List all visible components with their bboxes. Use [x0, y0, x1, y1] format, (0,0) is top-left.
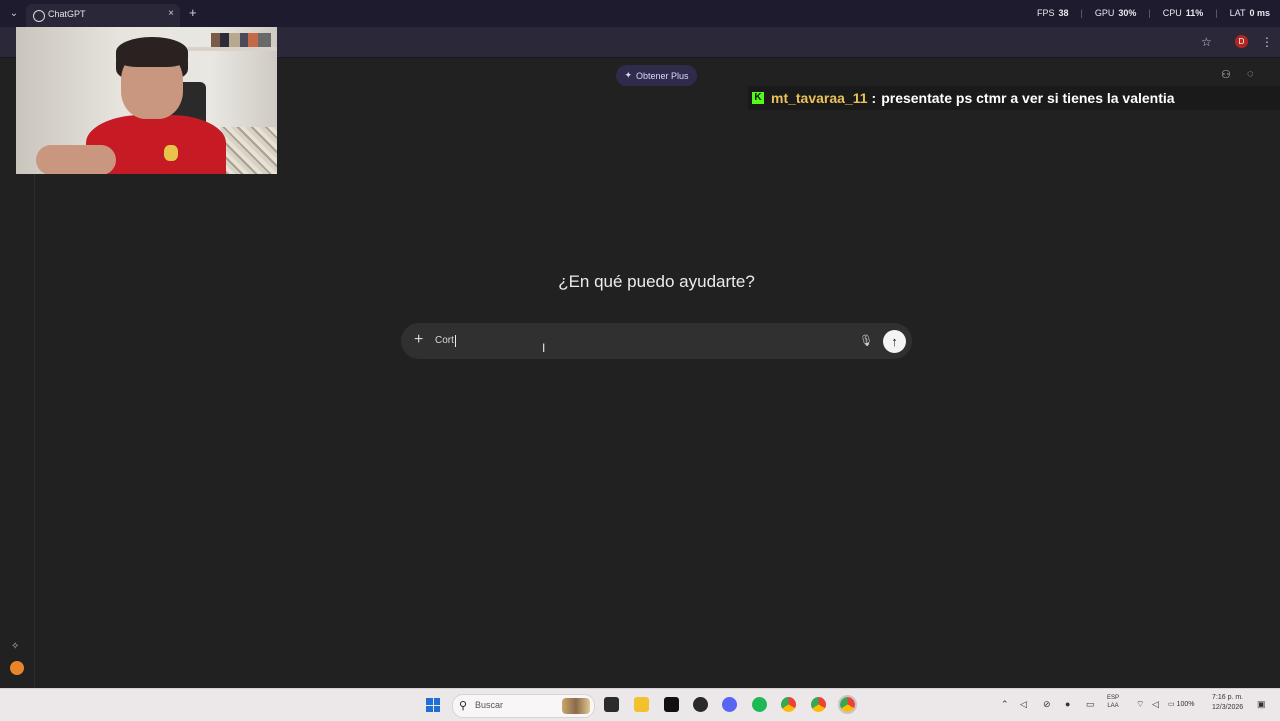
temporary-chat-icon[interactable]: ◌ [1247, 68, 1254, 80]
user-add-icon[interactable]: ⚇ [1221, 68, 1231, 81]
send-button[interactable]: ↑ [883, 330, 906, 353]
get-plus-button[interactable]: ✦ Obtener Plus [616, 65, 697, 86]
taskbar-search-placeholder: Buscar [475, 700, 504, 710]
network-tray-icon[interactable]: ⊘ [1043, 699, 1051, 710]
search-icon: ⚲ [459, 700, 468, 712]
chat-message-text: presentate ps ctmr a ver si tienes la va… [881, 90, 1175, 106]
tab-close-icon[interactable]: × [168, 8, 174, 19]
sparkle-icon: ✦ [624, 70, 632, 80]
clock-date: 12/3/2026 [1212, 704, 1244, 711]
file-explorer-icon[interactable] [634, 697, 649, 712]
notifications-icon[interactable]: ▣ [1257, 699, 1266, 710]
chrome-icon[interactable] [781, 697, 796, 712]
fps-stat: FPS 38 [1037, 8, 1069, 18]
app-icon[interactable] [693, 697, 708, 712]
get-plus-label: Obtener Plus [636, 70, 689, 81]
battery-indicator[interactable]: ▭ 100% [1168, 700, 1194, 708]
taskbar-search[interactable]: ⚲ Buscar [452, 694, 595, 718]
taskbar-clock[interactable]: 7:16 p. m. 12/3/2026 [1212, 693, 1243, 713]
display-tray-icon[interactable]: ▭ [1086, 699, 1095, 710]
text-cursor-icon: I [542, 341, 546, 355]
clock-time: 7:16 p. m. [1212, 694, 1244, 701]
latency-stat: LAT 0 ms [1229, 8, 1270, 18]
sparkle-icon[interactable]: ✧ [11, 641, 19, 652]
windows-start-icon[interactable] [426, 698, 440, 712]
stream-chat-message: K mt_tavaraa_11 : presentate ps ctmr a v… [748, 86, 1280, 110]
attach-plus-icon[interactable]: + [414, 331, 423, 349]
wifi-icon[interactable]: ⌔ [1136, 699, 1144, 710]
tab-title: ChatGPT [48, 9, 86, 19]
chat-separator: : [871, 90, 877, 106]
chrome-active-icon[interactable] [838, 695, 857, 714]
kick-logo-icon: K [752, 92, 764, 104]
bookmark-star-icon[interactable]: ☆ [1201, 35, 1212, 49]
microphone-tray-icon[interactable]: ● [1065, 699, 1070, 709]
microphone-icon[interactable]: 🎙 [859, 334, 873, 347]
browser-tab-bar: ⌄ ChatGPT × + FPS 38 | GPU 30% | CPU 11% | … [0, 0, 1280, 27]
chatgpt-favicon-icon [33, 10, 45, 22]
tab-search-icon[interactable]: ⌄ [6, 6, 22, 22]
page-title: ¿En qué puedo ayudarte? [558, 272, 755, 291]
webcam-overlay [16, 27, 277, 174]
browser-menu-icon[interactable]: ⋮ [1261, 35, 1273, 49]
performance-overlay: FPS 38 | GPU 30% | CPU 11% | LAT 0 ms [1037, 8, 1270, 18]
task-view-icon[interactable] [604, 697, 619, 712]
search-highlight-image [562, 698, 590, 714]
chrome-profile-icon[interactable] [811, 697, 826, 712]
prompt-composer[interactable]: + Cort 🎙 ↑ [401, 323, 912, 359]
tray-overflow-icon[interactable]: ⌃ [1001, 699, 1009, 710]
gpu-stat: GPU 30% [1094, 8, 1137, 18]
new-tab-button[interactable]: + [189, 6, 197, 19]
profile-avatar[interactable]: D [1235, 35, 1248, 48]
url-field[interactable] [278, 32, 1178, 52]
volume-icon[interactable]: ◁ [1152, 699, 1159, 710]
language-indicator[interactable]: ESP LAA [1107, 694, 1119, 710]
cpu-stat: CPU 11% [1162, 8, 1204, 18]
spotify-icon[interactable] [752, 697, 767, 712]
tab-chatgpt[interactable]: ChatGPT × [26, 4, 180, 27]
windows-taskbar: ⚲ Buscar ⌃ ◁ ⊘ ● ▭ ESP LAA ⌔ ◁ ▭ 100% 7:… [0, 688, 1280, 721]
speaker-tray-icon[interactable]: ◁ [1020, 699, 1027, 710]
epic-games-icon[interactable] [664, 697, 679, 712]
chat-username: mt_tavaraa_11 [771, 90, 868, 106]
discord-icon[interactable] [722, 697, 737, 712]
prompt-input[interactable]: Cort [435, 335, 456, 347]
user-avatar[interactable] [10, 661, 24, 675]
